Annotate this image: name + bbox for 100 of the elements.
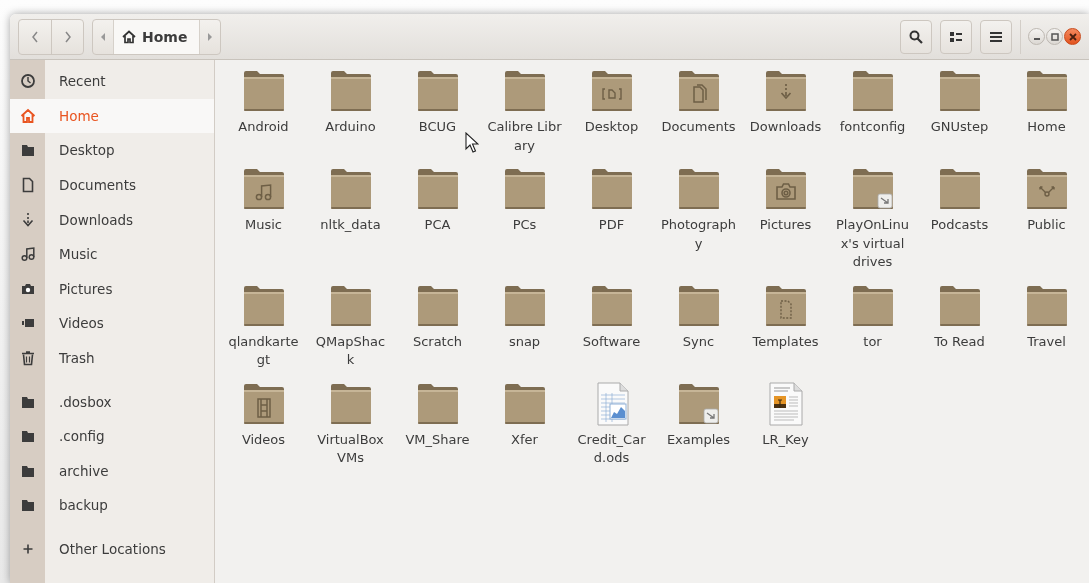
file-item[interactable]: Android: [220, 69, 307, 137]
file-item[interactable]: tor: [829, 283, 916, 351]
close-button[interactable]: [1064, 28, 1081, 45]
sidebar-item[interactable]: Desktop: [10, 133, 214, 168]
folder-icon: [502, 167, 547, 211]
folder-icon: [676, 167, 721, 211]
left-triangle-icon: [100, 31, 106, 42]
folder-icon: [502, 283, 547, 328]
file-item[interactable]: snap: [481, 283, 568, 351]
file-item[interactable]: PlayOnLinux's virtual drives: [829, 167, 916, 272]
file-item[interactable]: Xfer: [481, 381, 568, 449]
sidebar-item[interactable]: .config: [10, 418, 214, 454]
file-item[interactable]: VM_Share: [394, 381, 481, 449]
file-item[interactable]: VirtualBox VMs: [307, 381, 394, 468]
file-item[interactable]: Travel: [1003, 283, 1089, 351]
folder-icon: [241, 69, 286, 113]
file-item[interactable]: Sync: [655, 283, 742, 351]
file-item[interactable]: Templates: [742, 283, 829, 351]
search-icon: [909, 29, 923, 44]
file-item[interactable]: Photography: [655, 167, 742, 253]
recent-icon: [19, 73, 36, 90]
file-name: LR_Key: [761, 430, 810, 449]
file-name: Pictures: [758, 216, 813, 234]
file-name: VM_Share: [404, 430, 471, 449]
folder-icon: [415, 381, 460, 426]
sidebar-item[interactable]: Documents: [10, 167, 214, 203]
breadcrumb-button[interactable]: Home: [113, 19, 201, 54]
folder-icon: [328, 167, 373, 211]
file-item[interactable]: Arduino: [307, 69, 394, 137]
sidebar-item[interactable]: backup: [10, 488, 214, 523]
file-item[interactable]: Videos: [220, 381, 307, 449]
folder-icon: [763, 283, 808, 328]
file-name: Xfer: [510, 430, 539, 449]
file-name: Arduino: [324, 118, 377, 136]
file-item[interactable]: qlandkartegt: [220, 283, 307, 370]
file-item[interactable]: Scratch: [394, 283, 481, 351]
minimize-button[interactable]: [1028, 28, 1045, 45]
sidebar-item[interactable]: Home: [10, 98, 214, 134]
file-item[interactable]: Credit_Card.ods: [568, 381, 655, 468]
file-name: nltk_data: [319, 216, 382, 234]
menu-button[interactable]: [980, 19, 1012, 54]
file-item[interactable]: Desktop: [568, 69, 655, 137]
folder-icon: [328, 381, 373, 426]
folder-icon: [589, 69, 634, 113]
file-item[interactable]: PCs: [481, 167, 568, 235]
file-item[interactable]: Examples: [655, 381, 742, 449]
file-name: GNUstep: [929, 118, 990, 136]
sidebar-item[interactable]: Pictures: [10, 271, 214, 307]
file-name: PDF: [597, 216, 626, 234]
forward-icon: [62, 29, 73, 44]
sidebar-item[interactable]: Videos: [10, 306, 214, 341]
folder-icon: [589, 167, 634, 211]
file-item[interactable]: Pictures: [742, 167, 829, 235]
file-item[interactable]: BCUG: [394, 69, 481, 137]
sidebar-item[interactable]: Trash: [10, 340, 214, 376]
file-item[interactable]: Calibre Library: [481, 69, 568, 155]
file-name: Documents: [660, 118, 737, 136]
file-name: Downloads: [748, 118, 823, 136]
folder-icon: [502, 381, 547, 426]
menu-icon: [990, 30, 1002, 43]
back-icon: [30, 29, 40, 44]
file-item[interactable]: To Read: [916, 283, 1003, 351]
folder-icon: [850, 283, 895, 328]
file-item[interactable]: Home: [1003, 69, 1089, 137]
file-name: Podcasts: [929, 216, 990, 234]
file-item[interactable]: Podcasts: [916, 167, 1003, 235]
folder-icon: [328, 69, 373, 113]
folder-icon: [1024, 69, 1069, 113]
file-item[interactable]: Documents: [655, 69, 742, 137]
file-item[interactable]: LR_Key: [742, 381, 829, 449]
maximize-button[interactable]: [1046, 28, 1063, 45]
search-button[interactable]: [900, 19, 932, 54]
sidebar-item[interactable]: Downloads: [10, 202, 214, 237]
view-toggle-button[interactable]: [940, 19, 972, 54]
file-item[interactable]: fontconfig: [829, 69, 916, 137]
file-item[interactable]: Music: [220, 167, 307, 235]
close-icon: [1068, 32, 1077, 41]
file-item[interactable]: Software: [568, 283, 655, 351]
folder-icon: [1024, 167, 1069, 211]
sidebar-item[interactable]: Music: [10, 236, 214, 272]
folder-icon: [937, 283, 982, 328]
file-name: Music: [244, 216, 283, 234]
file-name: Public: [1026, 216, 1067, 234]
file-item[interactable]: QMapShack: [307, 283, 394, 370]
file-item[interactable]: nltk_data: [307, 167, 394, 235]
file-name: Scratch: [411, 332, 464, 351]
sidebar-item[interactable]: archive: [10, 453, 214, 489]
file-name: Calibre Library: [486, 118, 563, 155]
file-item[interactable]: GNUstep: [916, 69, 1003, 137]
folder-icon: [937, 167, 982, 211]
file-item[interactable]: PDF: [568, 167, 655, 235]
file-item[interactable]: PCA: [394, 167, 481, 235]
sidebar-item[interactable]: Other Locations: [10, 531, 214, 567]
mouse-pointer-icon: [465, 132, 479, 154]
sidebar-item[interactable]: .dosbox: [10, 384, 214, 419]
file-name: Videos: [240, 430, 287, 449]
file-name: fontconfig: [838, 118, 907, 136]
sidebar-item[interactable]: Recent: [10, 64, 214, 99]
file-item[interactable]: Public: [1003, 167, 1089, 235]
file-item[interactable]: Downloads: [742, 69, 829, 137]
